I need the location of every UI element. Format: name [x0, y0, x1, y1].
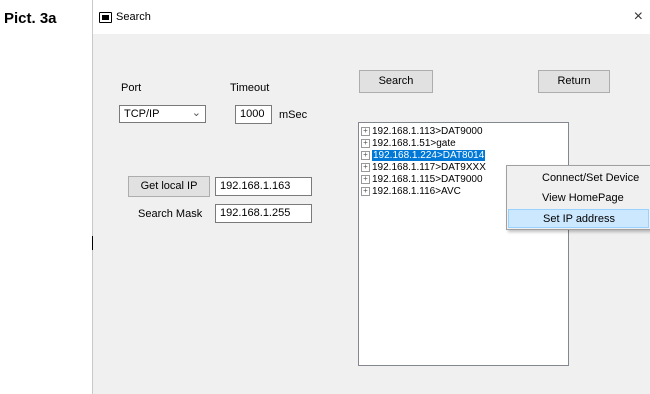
- menu-item-set-ip-address[interactable]: Set IP address: [508, 209, 649, 228]
- divider: [92, 236, 93, 250]
- expand-icon[interactable]: +: [361, 150, 370, 160]
- tree-item[interactable]: +192.168.1.115>DAT9000: [361, 174, 483, 186]
- timeout-input[interactable]: 1000: [235, 105, 272, 124]
- port-select-value: TCP/IP: [124, 108, 160, 120]
- search-button[interactable]: Search: [359, 70, 433, 93]
- window-title: Search: [116, 11, 151, 23]
- context-menu: Connect/Set Device View HomePage Set IP …: [506, 165, 650, 230]
- timeout-unit: mSec: [279, 109, 308, 121]
- tree-item[interactable]: +192.168.1.116>AVC: [361, 186, 461, 198]
- menu-item-view-homepage[interactable]: View HomePage: [508, 189, 649, 208]
- expand-icon[interactable]: +: [361, 126, 370, 136]
- search-mask-input[interactable]: 192.168.1.255: [215, 204, 312, 223]
- tree-item-selected[interactable]: +192.168.1.224>DAT8014: [361, 150, 486, 162]
- expand-icon[interactable]: +: [361, 138, 370, 148]
- device-label: 192.168.1.51>gate: [372, 138, 456, 149]
- search-window: Search × Port Timeout TCP/IP ⌄ 1000 mSec…: [92, 0, 650, 394]
- device-label: 192.168.1.224>DAT8014: [372, 150, 486, 161]
- figure-label: Pict. 3a: [4, 10, 57, 27]
- tree-item[interactable]: +192.168.1.117>DAT9XXX: [361, 162, 486, 174]
- chevron-down-icon: ⌄: [191, 107, 201, 119]
- app-window-icon: [99, 12, 112, 23]
- device-label: 192.168.1.116>AVC: [372, 186, 461, 197]
- return-button[interactable]: Return: [538, 70, 610, 93]
- device-tree[interactable]: +192.168.1.113>DAT9000 +192.168.1.51>gat…: [358, 122, 569, 366]
- device-label: 192.168.1.113>DAT9000: [372, 126, 483, 137]
- port-select[interactable]: TCP/IP ⌄: [119, 105, 206, 123]
- device-label: 192.168.1.117>DAT9XXX: [372, 162, 486, 173]
- local-ip-input[interactable]: 192.168.1.163: [215, 177, 312, 196]
- expand-icon[interactable]: +: [361, 162, 370, 172]
- tree-item[interactable]: +192.168.1.51>gate: [361, 138, 456, 150]
- close-icon[interactable]: ×: [634, 9, 643, 25]
- search-mask-label: Search Mask: [138, 208, 203, 220]
- port-label: Port: [121, 82, 142, 94]
- expand-icon[interactable]: +: [361, 186, 370, 196]
- title-bar: Search ×: [93, 0, 650, 34]
- expand-icon[interactable]: +: [361, 174, 370, 184]
- tree-item[interactable]: +192.168.1.113>DAT9000: [361, 126, 483, 138]
- timeout-label: Timeout: [230, 82, 270, 94]
- get-local-ip-button[interactable]: Get local IP: [128, 176, 210, 197]
- menu-item-connect-set-device[interactable]: Connect/Set Device: [508, 169, 649, 188]
- device-label: 192.168.1.115>DAT9000: [372, 174, 483, 185]
